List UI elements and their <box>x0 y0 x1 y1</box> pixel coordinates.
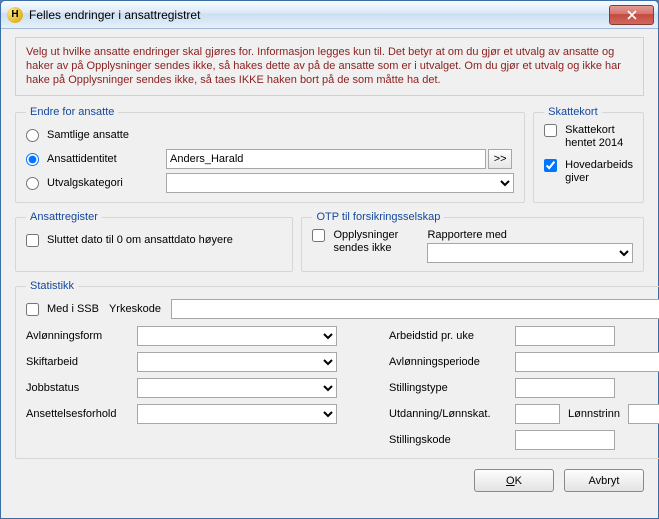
rapportere-med-combo[interactable] <box>427 243 633 263</box>
label-utvalgskategori: Utvalgskategori <box>47 177 123 189</box>
ansattregister-group: Ansattregister Sluttet dato til 0 om ans… <box>15 211 293 272</box>
label-rapportere-med: Rapportere med <box>427 229 633 241</box>
jobbstatus-combo[interactable] <box>137 378 337 398</box>
avlonningsform-combo[interactable] <box>137 326 337 346</box>
endre-for-legend: Endre for ansatte <box>26 106 118 118</box>
ansattidentitet-browse-button[interactable]: >> <box>488 149 512 169</box>
checkbox-med-i-ssb[interactable] <box>26 303 39 316</box>
label-stillingstype: Stillingstype <box>389 382 509 394</box>
info-text: Velg ut hvilke ansatte endringer skal gj… <box>15 37 644 96</box>
ansettelsesforhold-combo[interactable] <box>137 404 337 424</box>
utvalgskategori-combo[interactable] <box>166 173 514 193</box>
label-hovedarbeidsgiver: Hovedarbeids giver <box>565 159 633 185</box>
arbeidstid-input[interactable] <box>515 326 615 346</box>
checkbox-sluttet-dato[interactable] <box>26 234 39 247</box>
label-med-i-ssb: Med i SSB <box>47 303 99 315</box>
window-title: Felles endringer i ansattregistret <box>29 8 609 22</box>
label-sluttet-dato: Sluttet dato til 0 om ansattdato høyere <box>47 234 233 246</box>
label-skattekort-hentet: Skattekort hentet 2014 <box>565 124 633 150</box>
skattekort-group: Skattekort Skattekort hentet 2014 Hoveda… <box>533 106 644 203</box>
label-lonnstrinn: Lønnstrinn <box>568 408 620 420</box>
statistikk-group: Statistikk Med i SSB Yrkeskode Avlønning… <box>15 280 659 459</box>
utdanning-input[interactable] <box>515 404 560 424</box>
label-avlonningsperiode: Avlønningsperiode <box>389 356 509 368</box>
yrkeskode-combo[interactable] <box>171 299 659 319</box>
label-samtlige-ansatte: Samtlige ansatte <box>47 129 129 141</box>
client-area: Velg ut hvilke ansatte endringer skal gj… <box>1 29 658 518</box>
close-icon <box>627 10 637 20</box>
otp-legend: OTP til forsikringsselskap <box>312 211 444 223</box>
label-ansattidentitet: Ansattidentitet <box>47 153 117 165</box>
ansattregister-legend: Ansattregister <box>26 211 102 223</box>
app-icon: H <box>7 7 23 23</box>
lonnstrinn-input[interactable] <box>628 404 659 424</box>
radio-utvalgskategori[interactable] <box>26 177 39 190</box>
skiftarbeid-combo[interactable] <box>137 352 337 372</box>
dialog-footer: OK Avbryt <box>15 463 644 492</box>
radio-samtlige-ansatte[interactable] <box>26 129 39 142</box>
label-utdanning-lonnskat: Utdanning/Lønnskat. <box>389 408 509 420</box>
label-stillingskode: Stillingskode <box>389 434 509 446</box>
otp-group: OTP til forsikringsselskap Opplysninger … <box>301 211 644 272</box>
label-ansettelsesforhold: Ansettelsesforhold <box>26 408 131 420</box>
ok-button[interactable]: OK <box>474 469 554 492</box>
avlonningsperiode-combo[interactable] <box>515 352 659 372</box>
label-skiftarbeid: Skiftarbeid <box>26 356 131 368</box>
dialog-window: H Felles endringer i ansattregistret Vel… <box>0 0 659 519</box>
close-button[interactable] <box>609 5 654 25</box>
label-jobbstatus: Jobbstatus <box>26 382 131 394</box>
cancel-button[interactable]: Avbryt <box>564 469 644 492</box>
ansattidentitet-input[interactable] <box>166 149 486 169</box>
statistikk-legend: Statistikk <box>26 280 78 292</box>
label-opplysninger-sendes-ikke: Opplysninger sendes ikke <box>333 229 413 255</box>
label-arbeidstid: Arbeidstid pr. uke <box>389 330 509 342</box>
endre-for-ansatte-group: Endre for ansatte Samtlige ansatte Ansat… <box>15 106 525 203</box>
stillingstype-input[interactable] <box>515 378 615 398</box>
checkbox-skattekort-hentet[interactable] <box>544 124 557 137</box>
stillingskode-input[interactable] <box>515 430 615 450</box>
radio-ansattidentitet[interactable] <box>26 153 39 166</box>
titlebar: H Felles endringer i ansattregistret <box>1 1 658 29</box>
label-avlonningsform: Avlønningsform <box>26 330 131 342</box>
skattekort-legend: Skattekort <box>544 106 602 118</box>
checkbox-opplysninger-sendes-ikke[interactable] <box>312 229 325 242</box>
label-yrkeskode: Yrkeskode <box>109 303 161 315</box>
checkbox-hovedarbeidsgiver[interactable] <box>544 159 557 172</box>
